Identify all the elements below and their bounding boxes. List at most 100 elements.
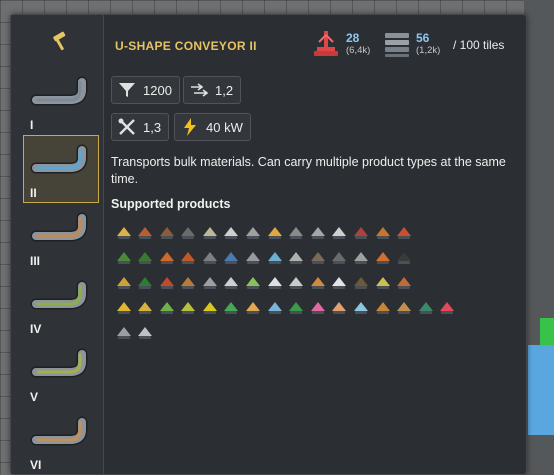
product-icon[interactable] [179,297,198,317]
funnel-icon [119,83,135,97]
product-icon [440,302,455,314]
product-icon[interactable] [114,297,133,317]
product-icon [267,302,282,314]
product-icon[interactable] [136,297,155,317]
product-icon[interactable] [265,272,284,292]
info-content: U-SHAPE CONVEYOR II 28 (6,4k) 56 (1,2k) … [111,15,526,474]
crane-icon [314,31,338,56]
product-icon [224,277,239,289]
product-icon [246,277,261,289]
product-icon[interactable] [244,272,263,292]
product-icon [375,277,390,289]
product-icon [224,302,239,314]
product-icon[interactable] [287,297,306,317]
product-icon[interactable] [395,297,414,317]
product-icon[interactable] [352,272,371,292]
variant-label: V [30,390,39,404]
product-icon [202,252,217,264]
throughput-value: 1200 [143,82,172,98]
product-icon [116,302,131,314]
product-icon[interactable] [416,297,435,317]
product-icon[interactable] [200,222,219,242]
product-icon [310,227,325,239]
steel-stack-icon [385,33,409,57]
product-icon [310,302,325,314]
product-icon [224,252,239,264]
product-icon[interactable] [352,297,371,317]
product-icon[interactable] [395,272,414,292]
product-icon [354,227,369,239]
product-icon[interactable] [373,247,392,267]
product-icon[interactable] [114,272,133,292]
product-icon[interactable] [287,247,306,267]
product-icon[interactable] [136,247,155,267]
product-icon [267,227,282,239]
product-icon[interactable] [244,222,263,242]
product-icon[interactable] [157,222,176,242]
product-icon [397,302,412,314]
product-icon [202,277,217,289]
variant-item[interactable]: V [23,339,99,407]
product-icon[interactable] [330,222,349,242]
product-icon [397,277,412,289]
product-icon[interactable] [352,247,371,267]
product-icon[interactable] [287,272,306,292]
product-icon[interactable] [373,222,392,242]
product-icon[interactable] [244,247,263,267]
product-icon[interactable] [114,247,133,267]
variant-item[interactable]: II [23,135,99,203]
product-icon[interactable] [265,247,284,267]
product-icon[interactable] [373,272,392,292]
product-icon[interactable] [244,297,263,317]
product-icon[interactable] [179,272,198,292]
variant-item[interactable]: IV [23,271,99,339]
product-icon[interactable] [308,297,327,317]
product-icon[interactable] [157,272,176,292]
product-icon[interactable] [373,297,392,317]
product-icon[interactable] [200,272,219,292]
product-icon[interactable] [330,297,349,317]
product-icon[interactable] [330,247,349,267]
product-icon[interactable] [308,222,327,242]
product-icon[interactable] [330,272,349,292]
product-icon[interactable] [136,272,155,292]
product-icon[interactable] [438,297,457,317]
product-icon[interactable] [222,247,241,267]
product-icon [116,227,131,239]
product-icon[interactable] [114,222,133,242]
variant-item[interactable]: VI [23,407,99,475]
product-icon[interactable] [308,247,327,267]
product-icon[interactable] [287,222,306,242]
product-icon[interactable] [157,247,176,267]
product-icon[interactable] [222,297,241,317]
cost-construction: 28 (6,4k) [311,29,370,59]
product-icon [138,277,153,289]
product-icon[interactable] [222,222,241,242]
product-icon [138,252,153,264]
product-icon[interactable] [179,222,198,242]
product-icon[interactable] [136,322,155,342]
variant-item[interactable]: I [23,67,99,135]
product-icon [310,252,325,264]
product-icon[interactable] [265,222,284,242]
product-icon[interactable] [395,222,414,242]
product-icon[interactable] [308,272,327,292]
product-icon[interactable] [114,322,133,342]
product-icon[interactable] [179,247,198,267]
cost-primary-value: 28 [346,30,360,45]
product-icon[interactable] [136,222,155,242]
product-icon[interactable] [265,297,284,317]
variant-item[interactable]: III [23,203,99,271]
product-icon[interactable] [222,272,241,292]
product-icon[interactable] [352,222,371,242]
product-icon [202,302,217,314]
product-icon[interactable] [200,297,219,317]
product-icon[interactable] [395,247,414,267]
hammer-icon[interactable] [49,31,71,53]
product-icon [138,227,153,239]
product-icon[interactable] [200,247,219,267]
product-icon [354,277,369,289]
product-icon[interactable] [157,297,176,317]
supported-products-title: Supported products [111,197,231,211]
product-icon [116,327,131,339]
